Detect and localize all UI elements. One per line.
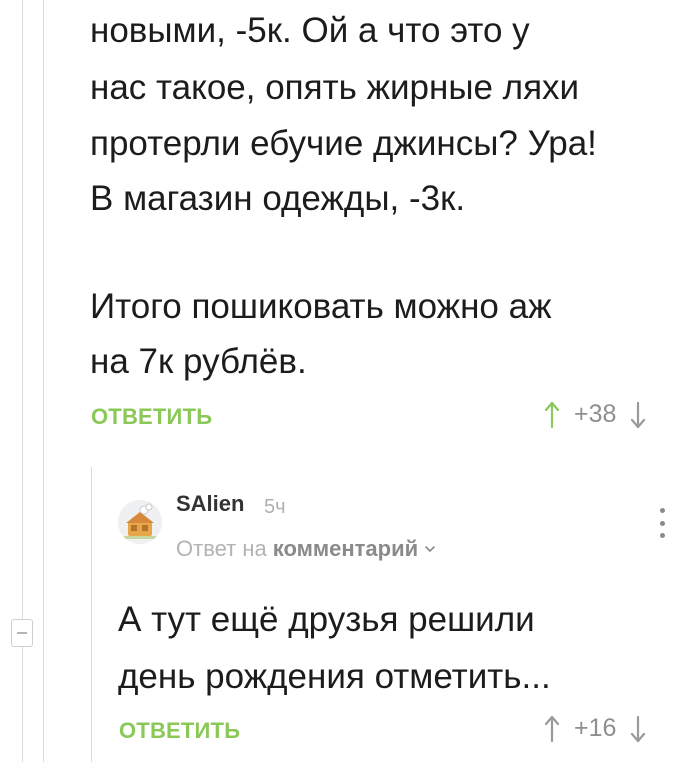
thread-line xyxy=(43,0,44,762)
menu-dot xyxy=(659,533,665,538)
arrow-down-icon[interactable] xyxy=(630,715,646,743)
reply-to-target[interactable]: комментарий xyxy=(273,536,418,562)
kebab-menu-icon[interactable] xyxy=(658,508,666,538)
chevron-down-icon[interactable] xyxy=(424,543,436,555)
arrow-up-icon[interactable] xyxy=(544,401,560,429)
collapse-thread-button[interactable] xyxy=(11,619,33,647)
comment-time: 5ч xyxy=(264,496,286,518)
reply-to-prefix: Ответ на xyxy=(176,536,267,561)
author-name[interactable]: SAlien xyxy=(176,491,244,517)
thread-line xyxy=(22,0,23,762)
comment-text-line: Итого пошиковать можно аж xyxy=(90,287,552,326)
menu-dot xyxy=(659,508,665,513)
arrow-up-icon[interactable] xyxy=(544,715,560,743)
rating-count: +16 xyxy=(574,714,617,742)
menu-dot xyxy=(659,520,665,526)
comment-text-line: В магазин одежды, -3к. xyxy=(90,179,466,218)
comment-text-line: день рождения отметить... xyxy=(118,657,551,696)
reply-button[interactable]: ОТВЕТИТЬ xyxy=(91,404,212,430)
arrow-down-icon[interactable] xyxy=(630,401,646,429)
avatar[interactable] xyxy=(118,500,162,544)
reply-button[interactable]: ОТВЕТИТЬ xyxy=(119,718,240,744)
thread-line-nested xyxy=(91,467,92,762)
rating-count: +38 xyxy=(574,400,617,428)
comment-text-line: нас такое, опять жирные ляхи xyxy=(90,68,580,107)
minus-icon xyxy=(17,632,27,634)
comment-text-line: новыми, -5к. Ой а что это у xyxy=(90,11,530,50)
comment-rating: +38 xyxy=(544,400,646,429)
comment-rating: +16 xyxy=(544,714,646,743)
avatar-image xyxy=(118,500,162,544)
comment-text-line: А тут ещё друзья решили xyxy=(118,600,535,639)
reply-to-link[interactable]: Ответ на комментарий xyxy=(176,536,436,562)
comment-text-line: на 7к рублёв. xyxy=(90,342,307,381)
comment-text-line: протерли ебучие джинсы? Ура! xyxy=(90,124,597,163)
